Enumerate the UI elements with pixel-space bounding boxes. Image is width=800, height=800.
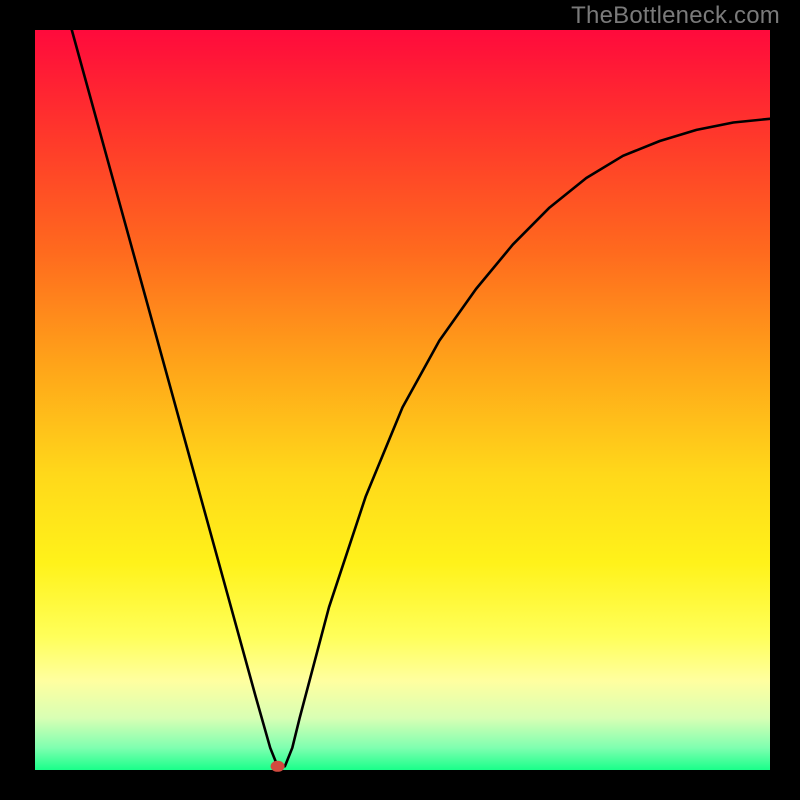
bottleneck-chart [0,0,800,800]
minimum-marker [271,761,285,772]
chart-frame: { "watermark": "TheBottleneck.com", "col… [0,0,800,800]
watermark-text: TheBottleneck.com [571,2,780,30]
